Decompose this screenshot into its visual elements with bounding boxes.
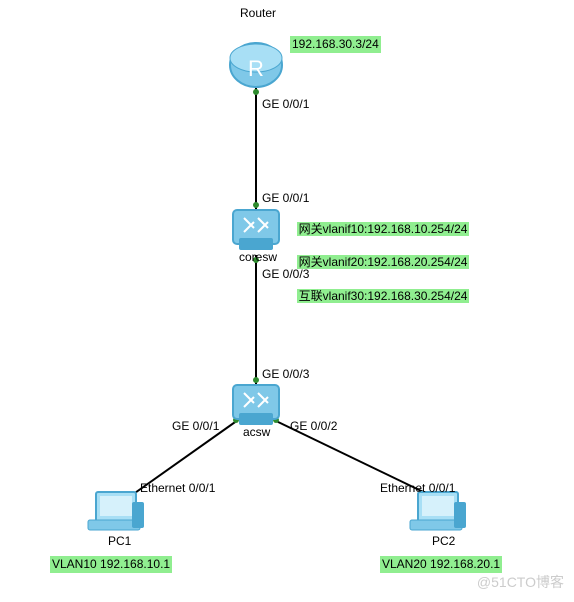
port-router-ge001: GE 0/0/1	[262, 96, 309, 113]
port-coresw-ge001: GE 0/0/1	[262, 190, 309, 207]
port-coresw-ge003: GE 0/0/3	[262, 266, 309, 283]
topology-canvas: R Router coresw acsw PC1 PC2 192.168.30.…	[0, 0, 574, 602]
pc1-icon	[88, 492, 144, 530]
port-pc2-eth: Ethernet 0/0/1	[380, 480, 455, 497]
coresw-vlanif10: 网关vlanif10:192.168.10.254/24	[297, 222, 470, 236]
watermark: @51CTO博客	[477, 572, 564, 592]
svg-text:R: R	[248, 56, 264, 81]
pc2-icon	[410, 492, 466, 530]
coresw-icon	[233, 210, 279, 250]
coresw-info: 网关vlanif10:192.168.10.254/24 网关vlanif20:…	[290, 204, 469, 305]
pc1-vlan: VLAN10 192.168.10.1	[50, 556, 172, 573]
port-pc1-eth: Ethernet 0/0/1	[140, 480, 215, 497]
port-acsw-ge002: GE 0/0/2	[290, 418, 337, 435]
port-acsw-ge001: GE 0/0/1	[172, 418, 219, 435]
pc1-title: PC1	[108, 534, 131, 548]
router-icon: R	[230, 43, 282, 87]
acsw-title: acsw	[243, 425, 270, 439]
coresw-title: coresw	[239, 250, 277, 264]
router-ip: 192.168.30.3/24	[290, 36, 381, 53]
coresw-vlanif20: 网关vlanif20:192.168.20.254/24	[297, 255, 470, 269]
acsw-icon	[233, 385, 279, 425]
link-layer: R	[0, 0, 574, 602]
pc2-title: PC2	[432, 534, 455, 548]
pc2-vlan: VLAN20 192.168.20.1	[380, 556, 502, 573]
coresw-vlanif30: 互联vlanif30:192.168.30.254/24	[297, 289, 470, 303]
port-acsw-ge003: GE 0/0/3	[262, 366, 309, 383]
router-title: Router	[240, 6, 276, 20]
